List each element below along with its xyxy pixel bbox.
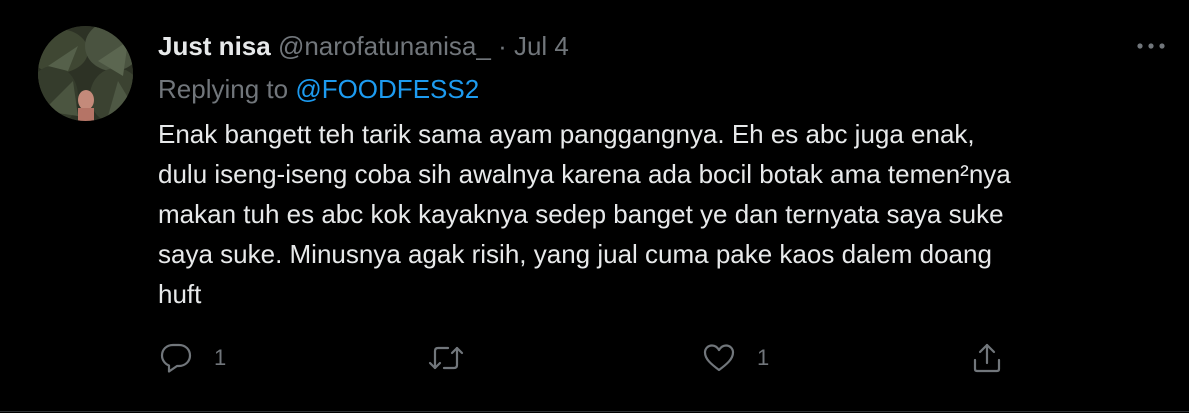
separator-dot: ·: [498, 31, 507, 61]
retweet-button[interactable]: [428, 338, 486, 378]
share-icon: [973, 343, 1001, 373]
reply-count: 1: [214, 345, 227, 370]
retweet-icon: [428, 346, 464, 370]
replying-prefix: Replying to: [158, 74, 289, 104]
like-button[interactable]: 1: [703, 338, 769, 378]
tweet-header: Just nisa @narofatunanisa_ · Jul 4: [158, 30, 569, 62]
author-handle[interactable]: @narofatunanisa_: [278, 31, 491, 61]
share-button[interactable]: [972, 338, 1002, 378]
tweet-text-line: saya suke. Minusnya agak risih, yang jua…: [158, 239, 992, 269]
more-icon: [1137, 43, 1165, 49]
action-bar: 1 1: [0, 338, 1189, 378]
more-options-button[interactable]: [1131, 32, 1171, 60]
tweet-text-line: dulu iseng-iseng coba sih awalnya karena…: [158, 159, 1011, 189]
avatar-image: [38, 26, 133, 121]
avatar[interactable]: [38, 26, 133, 121]
tweet-date[interactable]: Jul 4: [514, 31, 569, 61]
tweet-text-line: makan tuh es abc kok kayaknya sedep bang…: [158, 199, 1004, 229]
like-count: 1: [757, 345, 770, 370]
reply-button[interactable]: 1: [160, 338, 226, 378]
tweet[interactable]: Just nisa @narofatunanisa_ · Jul 4 Reply…: [0, 0, 1189, 412]
author-name[interactable]: Just nisa: [158, 31, 271, 61]
replying-to: Replying to @FOODFESS2: [158, 73, 479, 105]
tweet-text-line: huft: [158, 279, 202, 309]
mention-link[interactable]: @FOODFESS2: [295, 74, 479, 104]
tweet-text-line: Enak bangett teh tarik sama ayam panggan…: [158, 119, 975, 149]
tweet-text: Enak bangett teh tarik sama ayam panggan…: [158, 114, 1158, 314]
reply-icon: [160, 343, 192, 373]
like-icon: [703, 344, 735, 372]
